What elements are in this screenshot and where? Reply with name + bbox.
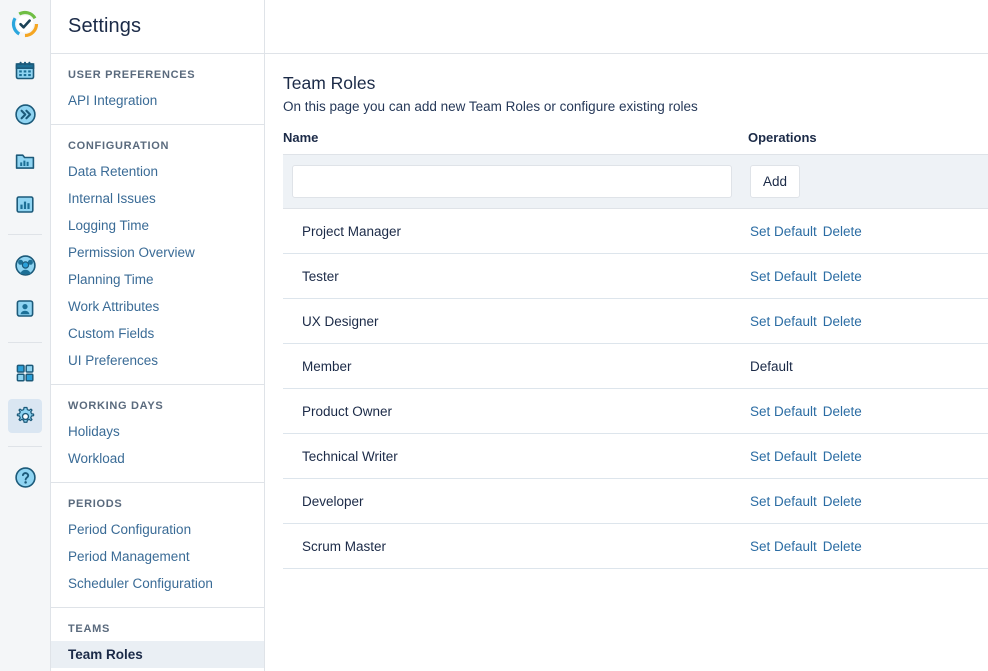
role-name-cell: Developer xyxy=(283,479,748,524)
sidebar-item-data-retention[interactable]: Data Retention xyxy=(51,158,264,185)
settings-header: Settings xyxy=(51,0,264,54)
table-row: Product Owner Set Default Delete xyxy=(283,389,988,434)
default-badge: Default xyxy=(750,359,793,374)
content-subtitle: On this page you can add new Team Roles … xyxy=(283,97,988,116)
app-icon-rail xyxy=(0,0,51,671)
settings-page: Settings USER PREFERENCES API Integratio… xyxy=(0,0,988,671)
table-head: Name Operations xyxy=(283,130,988,155)
nav-heading-periods: PERIODS xyxy=(51,494,264,516)
set-default-link[interactable]: Set Default xyxy=(750,269,817,284)
role-name-cell: UX Designer xyxy=(283,299,748,344)
table-row: Developer Set Default Delete xyxy=(283,479,988,524)
main-content: Team Roles On this page you can add new … xyxy=(265,0,988,671)
nav-heading-working-days: WORKING DAYS xyxy=(51,396,264,418)
add-role-row: Add xyxy=(283,155,988,209)
sidebar-item-workload[interactable]: Workload xyxy=(51,445,264,472)
nav-section-teams: TEAMS Team Roles xyxy=(51,608,264,671)
rail-divider xyxy=(8,234,42,235)
new-role-ops-cell: Add xyxy=(748,155,988,209)
role-operations-cell: Set Default Delete xyxy=(748,389,988,434)
set-default-link[interactable]: Set Default xyxy=(750,314,817,329)
new-role-name-cell xyxy=(283,155,748,209)
role-name-cell: Tester xyxy=(283,254,748,299)
chevron-double-right-icon[interactable] xyxy=(8,97,42,131)
nav-section-configuration: CONFIGURATION Data Retention Internal Is… xyxy=(51,125,264,385)
role-operations-cell: Set Default Delete xyxy=(748,254,988,299)
sidebar-item-period-configuration[interactable]: Period Configuration xyxy=(51,516,264,543)
delete-link[interactable]: Delete xyxy=(823,539,862,554)
role-operations-cell: Set Default Delete xyxy=(748,524,988,569)
delete-link[interactable]: Delete xyxy=(823,494,862,509)
sidebar-item-custom-fields[interactable]: Custom Fields xyxy=(51,320,264,347)
column-header-operations: Operations xyxy=(748,130,988,155)
table-row: Member Default xyxy=(283,344,988,389)
table-row: Project Manager Set Default Delete xyxy=(283,209,988,254)
set-default-link[interactable]: Set Default xyxy=(750,404,817,419)
sidebar-item-api-integration[interactable]: API Integration xyxy=(51,87,264,114)
sidebar-item-team-roles[interactable]: Team Roles xyxy=(51,641,264,668)
sidebar-item-scheduler-configuration[interactable]: Scheduler Configuration xyxy=(51,570,264,597)
user-card-icon[interactable] xyxy=(8,291,42,325)
role-operations-cell: Default xyxy=(748,344,988,389)
table-header-row: Name Operations xyxy=(283,130,988,155)
set-default-link[interactable]: Set Default xyxy=(750,494,817,509)
column-header-name: Name xyxy=(283,130,748,155)
main-body: Team Roles On this page you can add new … xyxy=(265,54,988,671)
settings-nav[interactable]: USER PREFERENCES API Integration CONFIGU… xyxy=(51,54,264,671)
delete-link[interactable]: Delete xyxy=(823,449,862,464)
sidebar-item-ui-preferences[interactable]: UI Preferences xyxy=(51,347,264,374)
table-row: Scrum Master Set Default Delete xyxy=(283,524,988,569)
settings-sidebar: Settings USER PREFERENCES API Integratio… xyxy=(51,0,265,671)
sidebar-item-planning-time[interactable]: Planning Time xyxy=(51,266,264,293)
set-default-link[interactable]: Set Default xyxy=(750,539,817,554)
role-name-cell: Product Owner xyxy=(283,389,748,434)
chart-bar-icon[interactable] xyxy=(8,187,42,221)
delete-link[interactable]: Delete xyxy=(823,314,862,329)
sidebar-item-work-attributes[interactable]: Work Attributes xyxy=(51,293,264,320)
role-operations-cell: Set Default Delete xyxy=(748,479,988,524)
table-body: Add Project Manager Set Default Delete Te… xyxy=(283,155,988,569)
nav-heading-teams: TEAMS xyxy=(51,619,264,641)
content-title: Team Roles xyxy=(283,71,988,95)
role-operations-cell: Set Default Delete xyxy=(748,434,988,479)
add-role-button[interactable]: Add xyxy=(750,165,800,198)
nav-section-user-preferences: USER PREFERENCES API Integration xyxy=(51,54,264,125)
logo-check-icon[interactable] xyxy=(8,7,42,41)
folder-chart-icon[interactable] xyxy=(8,144,42,178)
nav-heading-user-preferences: USER PREFERENCES xyxy=(51,65,264,87)
calendar-icon[interactable] xyxy=(8,54,42,88)
table-row: Technical Writer Set Default Delete xyxy=(283,434,988,479)
set-default-link[interactable]: Set Default xyxy=(750,449,817,464)
team-group-icon[interactable] xyxy=(8,248,42,282)
sidebar-item-logging-time[interactable]: Logging Time xyxy=(51,212,264,239)
nav-section-working-days: WORKING DAYS Holidays Workload xyxy=(51,385,264,483)
rail-divider xyxy=(8,342,42,343)
sidebar-item-period-management[interactable]: Period Management xyxy=(51,543,264,570)
role-name-cell: Technical Writer xyxy=(283,434,748,479)
role-operations-cell: Set Default Delete xyxy=(748,299,988,344)
table-row: UX Designer Set Default Delete xyxy=(283,299,988,344)
sidebar-item-internal-issues[interactable]: Internal Issues xyxy=(51,185,264,212)
role-name-cell: Project Manager xyxy=(283,209,748,254)
table-row: Tester Set Default Delete xyxy=(283,254,988,299)
sidebar-item-permission-overview[interactable]: Permission Overview xyxy=(51,239,264,266)
delete-link[interactable]: Delete xyxy=(823,224,862,239)
main-topbar xyxy=(265,0,988,54)
rail-divider xyxy=(8,446,42,447)
sidebar-item-holidays[interactable]: Holidays xyxy=(51,418,264,445)
new-role-name-input[interactable] xyxy=(292,165,732,198)
page-title: Settings xyxy=(68,15,141,38)
team-roles-table: Name Operations Add Project Man xyxy=(283,130,988,569)
help-circle-icon[interactable] xyxy=(8,460,42,494)
role-operations-cell: Set Default Delete xyxy=(748,209,988,254)
nav-section-periods: PERIODS Period Configuration Period Mana… xyxy=(51,483,264,608)
gear-icon[interactable] xyxy=(8,399,42,433)
delete-link[interactable]: Delete xyxy=(823,404,862,419)
role-name-cell: Scrum Master xyxy=(283,524,748,569)
role-name-cell: Member xyxy=(283,344,748,389)
grid-apps-icon[interactable] xyxy=(8,356,42,390)
nav-heading-configuration: CONFIGURATION xyxy=(51,136,264,158)
delete-link[interactable]: Delete xyxy=(823,269,862,284)
set-default-link[interactable]: Set Default xyxy=(750,224,817,239)
